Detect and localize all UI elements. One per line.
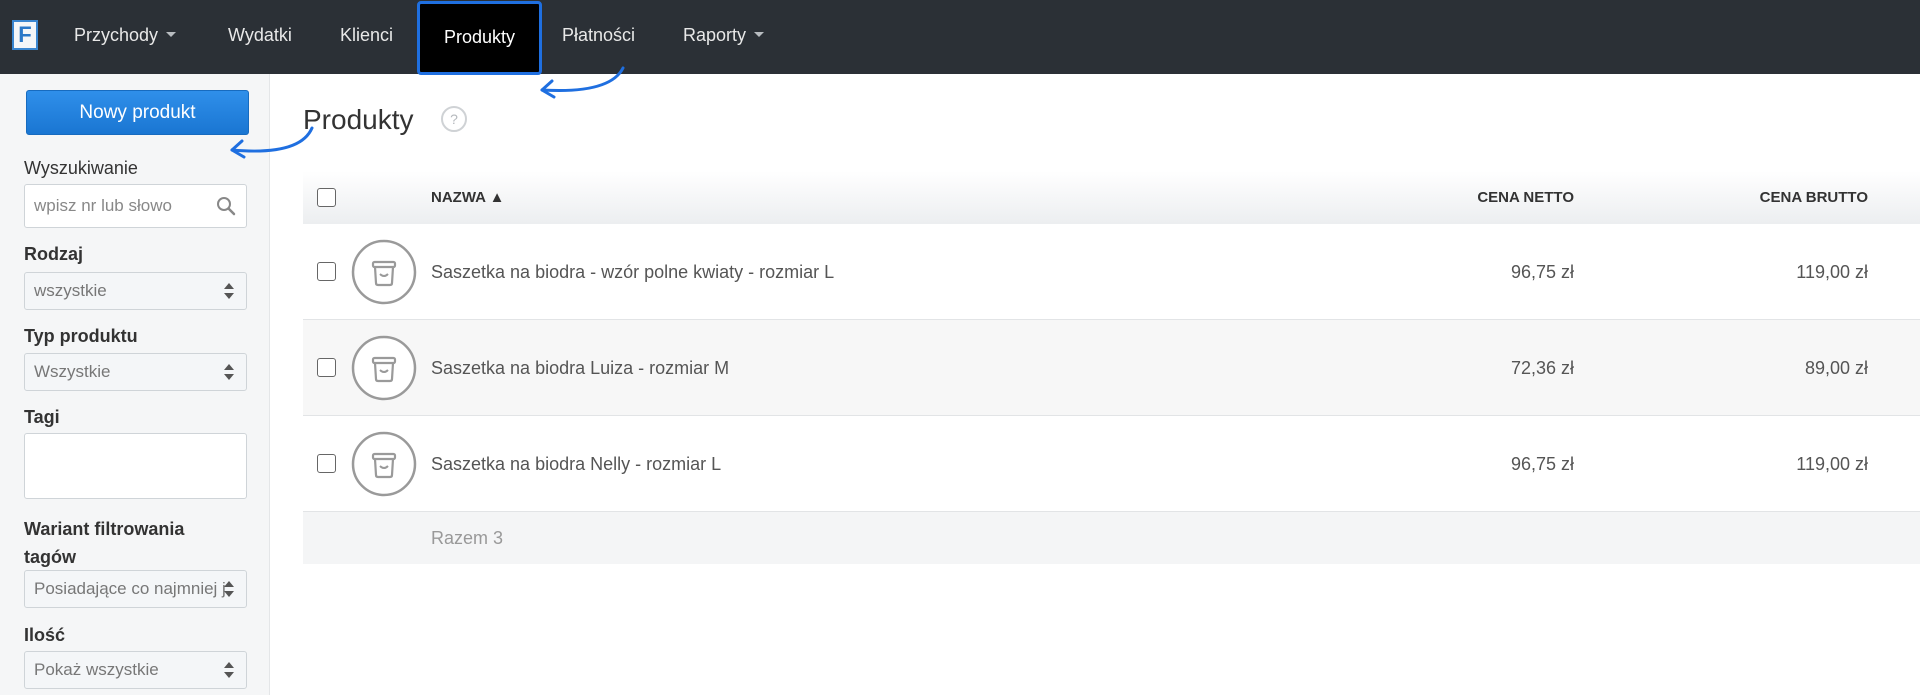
annotation-arrow-icon <box>230 126 314 159</box>
chevron-down-icon <box>166 31 177 37</box>
product-box-icon <box>351 431 417 497</box>
product-type-label: Typ produktu <box>24 326 138 346</box>
row-checkbox[interactable] <box>317 358 336 377</box>
table-row[interactable]: Saszetka na biodra - wzór polne kwiaty -… <box>303 224 1920 320</box>
page-title: Produkty <box>303 104 414 135</box>
main-content: Produkty ? NAZWA ▲ CENA NETTO CENA BRUTT… <box>271 74 1920 695</box>
product-name[interactable]: Saszetka na biodra Luiza - rozmiar M <box>431 320 729 416</box>
chevron-down-icon <box>754 31 765 37</box>
nav-item-wydatki[interactable]: Wydatki <box>218 0 302 74</box>
nav-item-produkty[interactable]: Produkty <box>417 1 542 75</box>
filter-sidebar: Nowy produkt Wyszukiwanie wpisz nr lub s… <box>0 74 270 695</box>
column-name-header[interactable]: NAZWA ▲ <box>431 171 504 224</box>
select-arrows-icon <box>224 580 234 598</box>
price-net: 72,36 zł <box>1510 358 1574 378</box>
quantity-select[interactable]: Pokaż wszystkie <box>24 651 247 689</box>
column-gross-header[interactable]: CENA BRUTTO <box>1760 171 1868 224</box>
nav-item-platnosci[interactable]: Płatności <box>552 0 645 74</box>
kind-label: Rodzaj <box>24 244 84 264</box>
table-row[interactable]: Saszetka na biodra Luiza - rozmiar M 72,… <box>303 320 1920 416</box>
products-table: NAZWA ▲ CENA NETTO CENA BRUTTO Saszetka … <box>303 171 1920 564</box>
price-gross: 119,00 zł <box>1796 454 1868 474</box>
tag-filter-value: Posiadające co najmniej j <box>34 579 226 598</box>
annotation-arrow-icon <box>540 66 625 99</box>
product-box-icon <box>351 239 417 305</box>
nav-label: Raporty <box>683 25 747 45</box>
nav-label: Płatności <box>562 25 636 45</box>
price-gross: 119,00 zł <box>1796 262 1868 282</box>
row-checkbox[interactable] <box>317 454 336 473</box>
price-gross: 89,00 zł <box>1804 358 1868 378</box>
price-net: 96,75 zł <box>1510 454 1574 474</box>
new-product-button[interactable]: Nowy produkt <box>26 90 249 135</box>
nav-label: Klienci <box>340 25 394 45</box>
kind-value: wszystkie <box>34 281 107 300</box>
help-icon[interactable]: ? <box>441 106 467 132</box>
row-checkbox[interactable] <box>317 262 336 281</box>
select-all-checkbox[interactable] <box>317 188 336 207</box>
search-icon[interactable] <box>216 196 236 216</box>
tag-filter-select[interactable]: Posiadające co najmniej j <box>24 570 247 608</box>
search-input[interactable]: wpisz nr lub słowo <box>24 184 247 228</box>
nav-label: Wydatki <box>228 25 292 45</box>
table-row[interactable]: Saszetka na biodra Nelly - rozmiar L 96,… <box>303 416 1920 512</box>
nav-label: Produkty <box>443 27 516 47</box>
tags-label: Tagi <box>24 407 60 427</box>
table-header: NAZWA ▲ CENA NETTO CENA BRUTTO <box>303 171 1920 224</box>
product-name[interactable]: Saszetka na biodra Nelly - rozmiar L <box>431 416 721 512</box>
nav-item-klienci[interactable]: Klienci <box>330 0 403 74</box>
search-placeholder: wpisz nr lub słowo <box>34 196 172 215</box>
kind-select[interactable]: wszystkie <box>24 272 247 310</box>
product-box-icon <box>351 335 417 401</box>
search-label: Wyszukiwanie <box>24 158 138 178</box>
nav-item-przychody[interactable]: Przychody <box>64 0 186 74</box>
select-arrows-icon <box>224 282 234 300</box>
row-total: Razem 3 <box>431 528 504 548</box>
tag-filter-label: Wariant filtrowania tagów <box>24 519 185 567</box>
product-name[interactable]: Saszetka na biodra - wzór polne kwiaty -… <box>431 224 834 320</box>
nav-item-raporty[interactable]: Raporty <box>673 0 774 74</box>
select-arrows-icon <box>224 363 234 381</box>
column-net-header[interactable]: CENA NETTO <box>1477 171 1574 224</box>
product-type-select[interactable]: Wszystkie <box>24 353 247 391</box>
quantity-value: Pokaż wszystkie <box>34 660 159 679</box>
quantity-label: Ilość <box>24 625 66 645</box>
select-arrows-icon <box>224 661 234 679</box>
table-footer: Razem 3 <box>303 512 1920 564</box>
product-type-value: Wszystkie <box>34 362 111 381</box>
app-logo[interactable]: F <box>12 20 38 50</box>
top-navbar: F Przychody Wydatki Klienci Produkty Pła… <box>0 0 1920 75</box>
nav-label: Przychody <box>74 25 159 45</box>
tags-input[interactable] <box>24 433 247 499</box>
price-net: 96,75 zł <box>1510 262 1574 282</box>
